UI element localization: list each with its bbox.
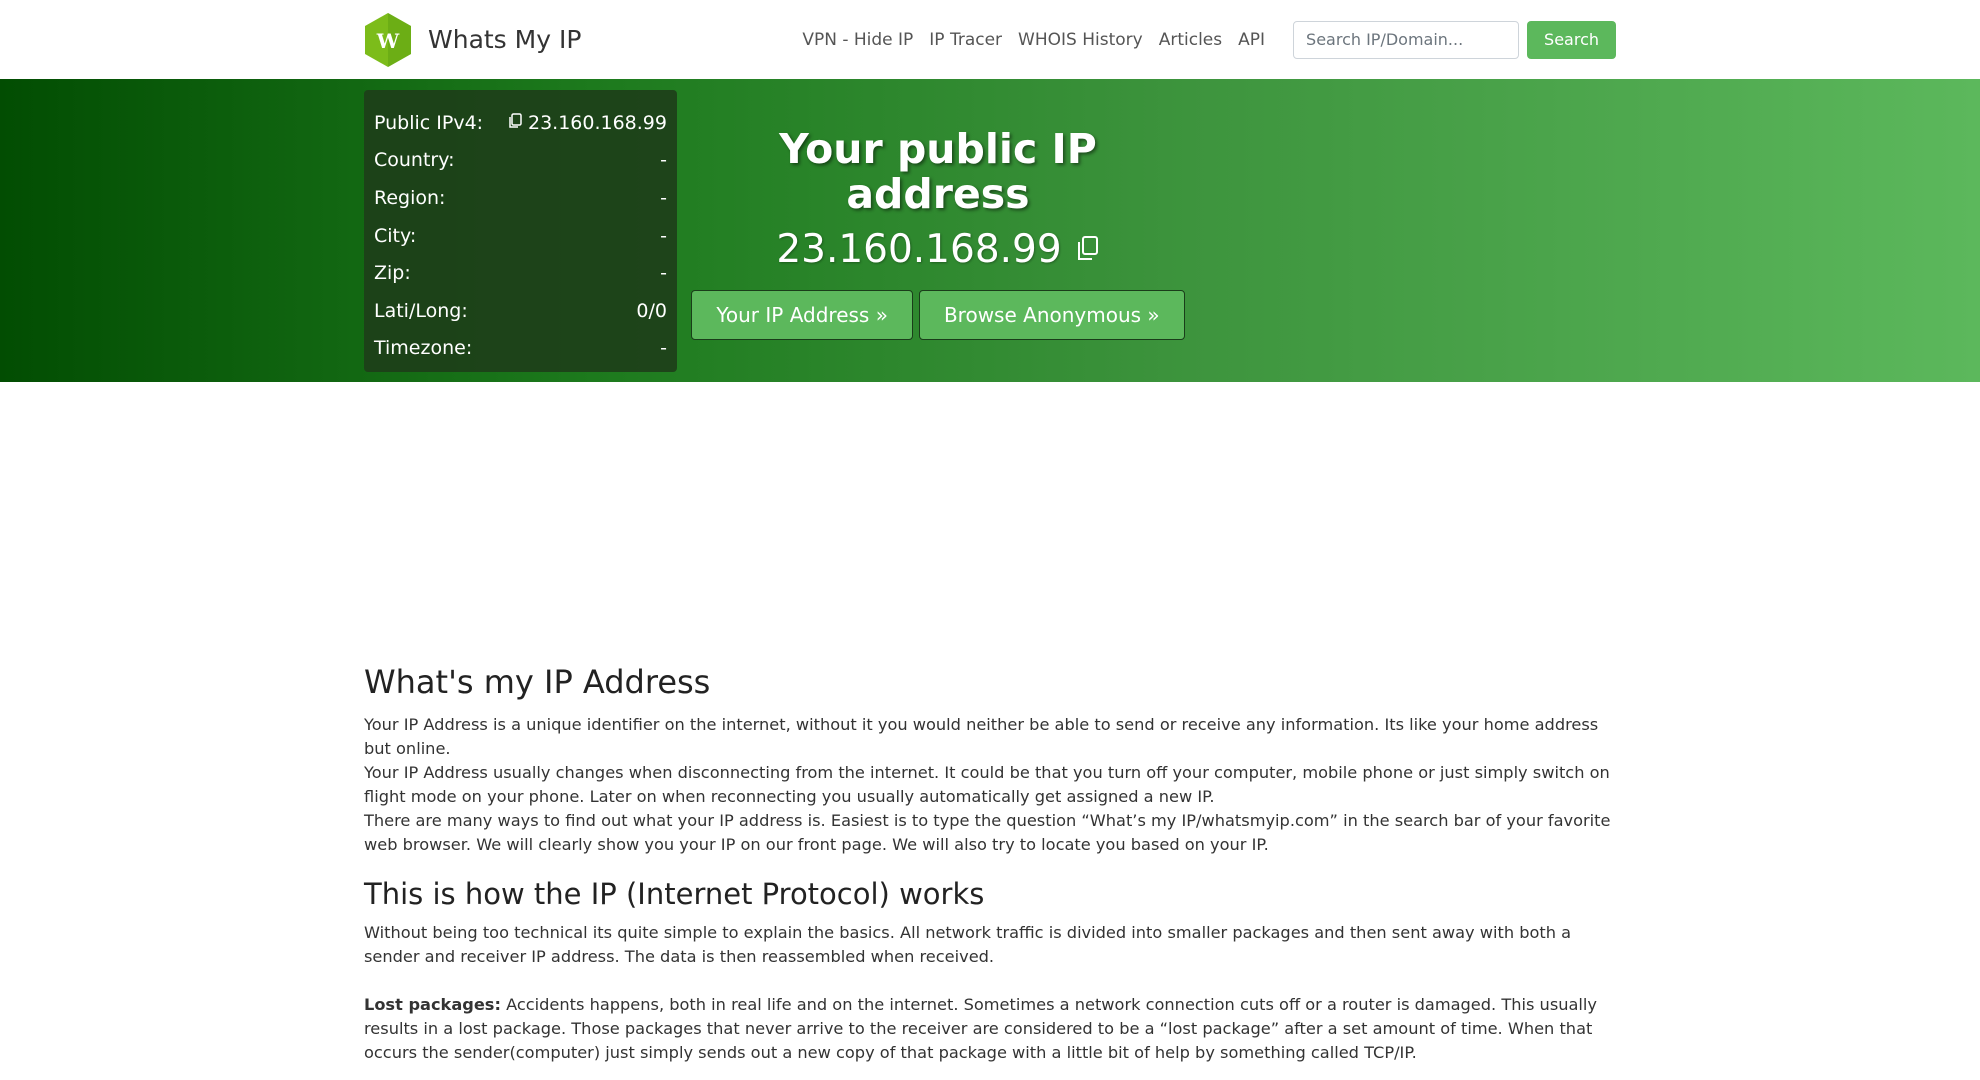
info-value: -	[660, 224, 667, 247]
lost-packages-text: Accidents happens, both in real life and…	[364, 995, 1598, 1062]
section-heading-whats-my-ip: What's my IP Address	[364, 663, 711, 701]
nav-link-ip-tracer[interactable]: IP Tracer	[929, 30, 1002, 50]
lost-packages-label: Lost packages:	[364, 995, 501, 1014]
nav-links: VPN - Hide IP IP Tracer WHOIS History Ar…	[786, 20, 1616, 59]
nav-link-api[interactable]: API	[1238, 30, 1265, 50]
logo-icon: W	[364, 12, 412, 67]
hero-buttons: Your IP Address » Browse Anonymous »	[687, 290, 1189, 341]
info-row-timezone: Timezone: -	[374, 330, 667, 368]
browse-anonymous-button[interactable]: Browse Anonymous »	[918, 290, 1185, 341]
hero-center: Your public IP address 23.160.168.99 You…	[687, 125, 1189, 341]
search-button[interactable]: Search	[1527, 20, 1616, 59]
hero-ip-value: 23.160.168.99	[776, 227, 1062, 273]
search-input[interactable]	[1293, 20, 1520, 59]
info-label: Country:	[374, 149, 455, 172]
paragraph: Without being too technical its quite si…	[364, 923, 1572, 966]
info-row-region: Region: -	[374, 179, 667, 217]
copy-icon[interactable]	[508, 112, 522, 134]
brand-name[interactable]: Whats My IP	[428, 25, 581, 54]
info-value: -	[660, 337, 667, 360]
info-row-lat-long: Lati/Long: 0/0	[374, 292, 667, 330]
section-heading-how-ip-works: This is how the IP (Internet Protocol) w…	[364, 877, 985, 911]
info-value: 0/0	[636, 299, 667, 322]
nav-link-articles[interactable]: Articles	[1159, 30, 1222, 50]
main-content: What's my IP Address Your IP Address is …	[364, 655, 1617, 1065]
logo-letter: W	[376, 29, 400, 53]
hero-ip-display: 23.160.168.99	[687, 227, 1189, 272]
info-label: Public IPv4:	[374, 111, 484, 134]
ip-info-box: Public IPv4: 23.160.168.99 Country: - Re…	[364, 90, 677, 372]
copy-icon[interactable]	[1076, 227, 1100, 272]
paragraph: Your IP Address is a unique identifier o…	[364, 715, 1599, 758]
info-label: Timezone:	[374, 337, 473, 360]
paragraph: There are many ways to find out what you…	[364, 811, 1611, 854]
ipv4-value: 23.160.168.99	[527, 111, 667, 134]
info-row-country: Country: -	[374, 142, 667, 180]
info-row-zip: Zip: -	[374, 254, 667, 292]
info-row-ipv4: Public IPv4: 23.160.168.99	[374, 104, 667, 142]
nav-link-vpn[interactable]: VPN - Hide IP	[802, 30, 913, 50]
info-label: Lati/Long:	[374, 299, 468, 322]
hero-title: Your public IP address	[779, 125, 1097, 219]
info-label: City:	[374, 224, 417, 247]
info-label: Zip:	[374, 262, 411, 285]
paragraph: Your IP Address usually changes when dis…	[364, 763, 1610, 806]
info-value: -	[660, 149, 667, 172]
info-value: 23.160.168.99	[508, 112, 667, 134]
hero-banner: Public IPv4: 23.160.168.99 Country: - Re…	[0, 79, 1980, 382]
navbar-container: W Whats My IP VPN - Hide IP IP Tracer WH…	[364, 0, 1616, 79]
info-row-city: City: -	[374, 217, 667, 255]
nav-link-whois-history[interactable]: WHOIS History	[1018, 30, 1143, 50]
info-value: -	[660, 186, 667, 209]
your-ip-address-button[interactable]: Your IP Address »	[691, 290, 913, 341]
brand-link[interactable]: W Whats My IP	[364, 12, 581, 67]
info-label: Region:	[374, 186, 446, 209]
paragraph-lost-packages: Lost packages: Accidents happens, both i…	[364, 993, 1617, 1065]
top-navbar: W Whats My IP VPN - Hide IP IP Tracer WH…	[0, 0, 1980, 79]
info-value: -	[660, 262, 667, 285]
